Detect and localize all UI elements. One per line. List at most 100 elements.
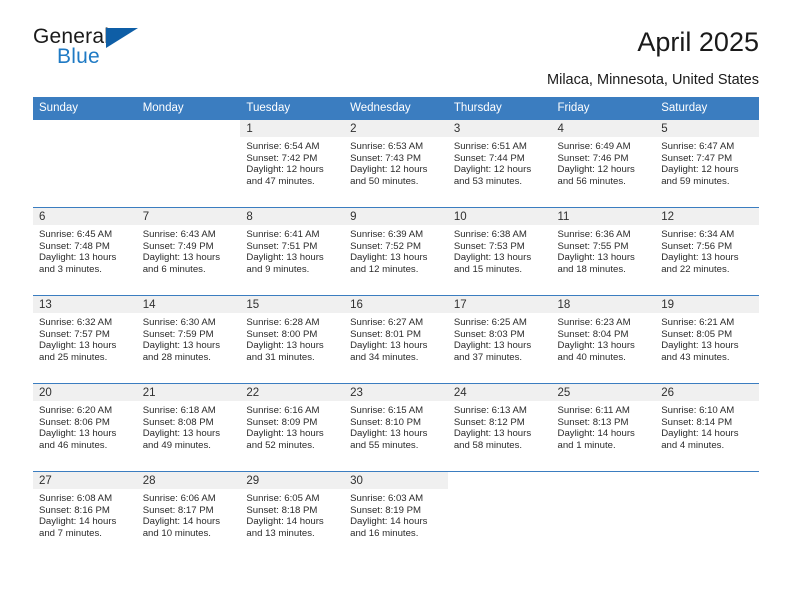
day-details: Sunrise: 6:10 AM Sunset: 8:14 PM Daylight:… <box>655 401 759 451</box>
daylight-text-cont: and 10 minutes. <box>142 527 211 539</box>
daylight-text: Daylight: 14 hours <box>661 428 739 440</box>
calendar-day-cell[interactable]: 28 Sunrise: 6:06 AM Sunset: 8:17 PM Dayligh… <box>136 471 241 560</box>
sunset-text: Sunset: 7:59 PM <box>142 328 214 340</box>
day-number: 28 <box>136 472 241 489</box>
day-number: 24 <box>447 384 552 401</box>
day-details: Sunrise: 6:45 AM Sunset: 7:48 PM Daylight:… <box>33 225 137 275</box>
day-number: 16 <box>344 296 448 313</box>
daylight-text: Daylight: 13 hours <box>661 252 739 264</box>
calendar-day-cell[interactable]: 5 Sunrise: 6:47 AM Sunset: 7:47 PM Daylight… <box>655 119 759 208</box>
daylight-text-cont: and 37 minutes. <box>453 351 523 363</box>
day-number: 11 <box>551 208 656 225</box>
sunrise-text: Sunrise: 6:47 AM <box>661 141 735 152</box>
sunset-text: Sunset: 8:12 PM <box>453 416 525 428</box>
day-number: 9 <box>344 208 448 225</box>
sunset-text: Sunset: 7:43 PM <box>350 152 422 164</box>
calendar-day-cell[interactable]: 22 Sunrise: 6:16 AM Sunset: 8:09 PM Dayligh… <box>240 383 345 472</box>
daylight-text-cont: and 7 minutes. <box>39 527 102 539</box>
sunset-text: Sunset: 7:48 PM <box>39 240 110 252</box>
day-number: 8 <box>240 208 345 225</box>
weekday-header-row: Sunday Monday Tuesday Wednesday Thursday… <box>33 97 759 120</box>
calendar-day-cell[interactable]: 2 Sunrise: 6:53 AM Sunset: 7:43 PM Daylight… <box>344 119 448 208</box>
day-number <box>136 120 241 137</box>
sunrise-text: Sunrise: 6:36 AM <box>557 229 631 240</box>
day-number: 27 <box>33 472 137 489</box>
calendar-day-cell[interactable]: 15 Sunrise: 6:28 AM Sunset: 8:00 PM Dayligh… <box>240 295 345 384</box>
sunset-text: Sunset: 8:16 PM <box>39 504 110 516</box>
general-blue-logo[interactable]: General Blue <box>33 26 163 72</box>
calendar-day-cell[interactable]: 11 Sunrise: 6:36 AM Sunset: 7:55 PM Dayligh… <box>551 207 656 296</box>
day-number: 1 <box>240 120 345 137</box>
calendar-day-cell[interactable]: 20 Sunrise: 6:20 AM Sunset: 8:06 PM Dayligh… <box>33 383 137 472</box>
calendar-day-cell[interactable]: 14 Sunrise: 6:30 AM Sunset: 7:59 PM Dayligh… <box>136 295 241 384</box>
daylight-text-cont: and 16 minutes. <box>350 527 419 539</box>
calendar-day-cell[interactable]: 17 Sunrise: 6:25 AM Sunset: 8:03 PM Dayligh… <box>447 295 552 384</box>
calendar-day-cell[interactable]: 26 Sunrise: 6:10 AM Sunset: 8:14 PM Dayligh… <box>655 383 759 472</box>
day-details: Sunrise: 6:28 AM Sunset: 8:00 PM Daylight:… <box>240 313 344 363</box>
daylight-text-cont: and 52 minutes. <box>246 439 315 451</box>
calendar-day-cell[interactable]: 23 Sunrise: 6:15 AM Sunset: 8:10 PM Dayligh… <box>344 383 448 472</box>
daylight-text-cont: and 1 minute. <box>557 439 616 451</box>
calendar-day-cell[interactable]: 3 Sunrise: 6:51 AM Sunset: 7:44 PM Daylight… <box>447 119 552 208</box>
calendar-day-cell[interactable]: 19 Sunrise: 6:21 AM Sunset: 8:05 PM Dayligh… <box>655 295 759 384</box>
day-number: 7 <box>136 208 241 225</box>
calendar-week-row: 6 Sunrise: 6:45 AM Sunset: 7:48 PM Daylight… <box>33 207 759 296</box>
location-subtitle: Milaca, Minnesota, United States <box>547 72 759 88</box>
calendar-day-cell[interactable]: 25 Sunrise: 6:11 AM Sunset: 8:13 PM Dayligh… <box>551 383 656 472</box>
daylight-text: Daylight: 12 hours <box>246 164 324 176</box>
sunset-text: Sunset: 8:01 PM <box>350 328 422 340</box>
calendar-day-cell[interactable]: 27 Sunrise: 6:08 AM Sunset: 8:16 PM Dayligh… <box>33 471 137 560</box>
sunset-text: Sunset: 7:44 PM <box>453 152 525 164</box>
calendar-day-cell[interactable]: 10 Sunrise: 6:38 AM Sunset: 7:53 PM Dayligh… <box>447 207 552 296</box>
day-details: Sunrise: 6:23 AM Sunset: 8:04 PM Daylight:… <box>552 313 656 363</box>
daylight-text: Daylight: 13 hours <box>557 252 635 264</box>
calendar-day-cell[interactable]: 18 Sunrise: 6:23 AM Sunset: 8:04 PM Dayligh… <box>551 295 656 384</box>
calendar-day-cell[interactable]: 8 Sunrise: 6:41 AM Sunset: 7:51 PM Daylight… <box>240 207 345 296</box>
calendar-page: General Blue April 2025 Milaca, Minnesot… <box>0 0 792 612</box>
sunrise-text: Sunrise: 6:25 AM <box>453 317 527 328</box>
logo-word-blue: Blue <box>57 45 100 68</box>
sunset-text: Sunset: 8:00 PM <box>246 328 318 340</box>
weekday-header-saturday: Saturday <box>655 97 759 120</box>
daylight-text: Daylight: 13 hours <box>453 340 532 352</box>
daylight-text: Daylight: 13 hours <box>39 252 117 264</box>
daylight-text: Daylight: 13 hours <box>350 340 428 352</box>
daylight-text: Daylight: 13 hours <box>39 428 117 440</box>
day-number: 4 <box>551 120 656 137</box>
calendar-week-row: 20 Sunrise: 6:20 AM Sunset: 8:06 PM Dayligh… <box>33 383 759 472</box>
daylight-text-cont: and 25 minutes. <box>39 351 108 363</box>
calendar-day-cell[interactable]: 6 Sunrise: 6:45 AM Sunset: 7:48 PM Daylight… <box>33 207 137 296</box>
sunrise-text: Sunrise: 6:51 AM <box>453 141 527 152</box>
daylight-text-cont: and 34 minutes. <box>350 351 419 363</box>
daylight-text: Daylight: 13 hours <box>142 428 221 440</box>
calendar-day-cell[interactable]: 9 Sunrise: 6:39 AM Sunset: 7:52 PM Daylight… <box>344 207 448 296</box>
calendar-day-cell[interactable]: 29 Sunrise: 6:05 AM Sunset: 8:18 PM Dayligh… <box>240 471 345 560</box>
calendar-day-cell[interactable]: 1 Sunrise: 6:54 AM Sunset: 7:42 PM Daylight… <box>240 119 345 208</box>
page-title: April 2025 <box>637 27 759 57</box>
day-number: 25 <box>551 384 656 401</box>
daylight-text-cont: and 13 minutes. <box>246 527 315 539</box>
daylight-text: Daylight: 14 hours <box>350 516 428 528</box>
calendar-day-cell[interactable]: 21 Sunrise: 6:18 AM Sunset: 8:08 PM Dayligh… <box>136 383 241 472</box>
sunrise-text: Sunrise: 6:34 AM <box>661 229 735 240</box>
daylight-text-cont: and 18 minutes. <box>557 263 626 275</box>
calendar-day-cell[interactable]: 7 Sunrise: 6:43 AM Sunset: 7:49 PM Daylight… <box>136 207 241 296</box>
day-details: Sunrise: 6:54 AM Sunset: 7:42 PM Daylight:… <box>240 137 344 187</box>
sunrise-text: Sunrise: 6:23 AM <box>557 317 631 328</box>
sunset-text: Sunset: 8:14 PM <box>661 416 733 428</box>
calendar-week-row: 27 Sunrise: 6:08 AM Sunset: 8:16 PM Dayligh… <box>33 471 759 560</box>
calendar-day-cell[interactable]: 4 Sunrise: 6:49 AM Sunset: 7:46 PM Daylight… <box>551 119 656 208</box>
day-number: 17 <box>447 296 552 313</box>
calendar-day-cell[interactable]: 13 Sunrise: 6:32 AM Sunset: 7:57 PM Dayligh… <box>33 295 137 384</box>
calendar-day-cell[interactable]: 16 Sunrise: 6:27 AM Sunset: 8:01 PM Dayligh… <box>344 295 448 384</box>
daylight-text-cont: and 12 minutes. <box>350 263 419 275</box>
daylight-text: Daylight: 13 hours <box>453 428 532 440</box>
sunrise-text: Sunrise: 6:20 AM <box>39 405 113 416</box>
calendar-day-cell[interactable]: 24 Sunrise: 6:13 AM Sunset: 8:12 PM Dayligh… <box>447 383 552 472</box>
sunset-text: Sunset: 8:09 PM <box>246 416 318 428</box>
calendar-week-row: 1 Sunrise: 6:54 AM Sunset: 7:42 PM Daylight… <box>33 119 759 208</box>
day-details: Sunrise: 6:27 AM Sunset: 8:01 PM Daylight:… <box>344 313 448 363</box>
calendar-day-cell[interactable]: 30 Sunrise: 6:03 AM Sunset: 8:19 PM Dayligh… <box>344 471 448 560</box>
calendar-day-cell[interactable]: 12 Sunrise: 6:34 AM Sunset: 7:56 PM Dayligh… <box>655 207 759 296</box>
sunset-text: Sunset: 8:13 PM <box>557 416 629 428</box>
